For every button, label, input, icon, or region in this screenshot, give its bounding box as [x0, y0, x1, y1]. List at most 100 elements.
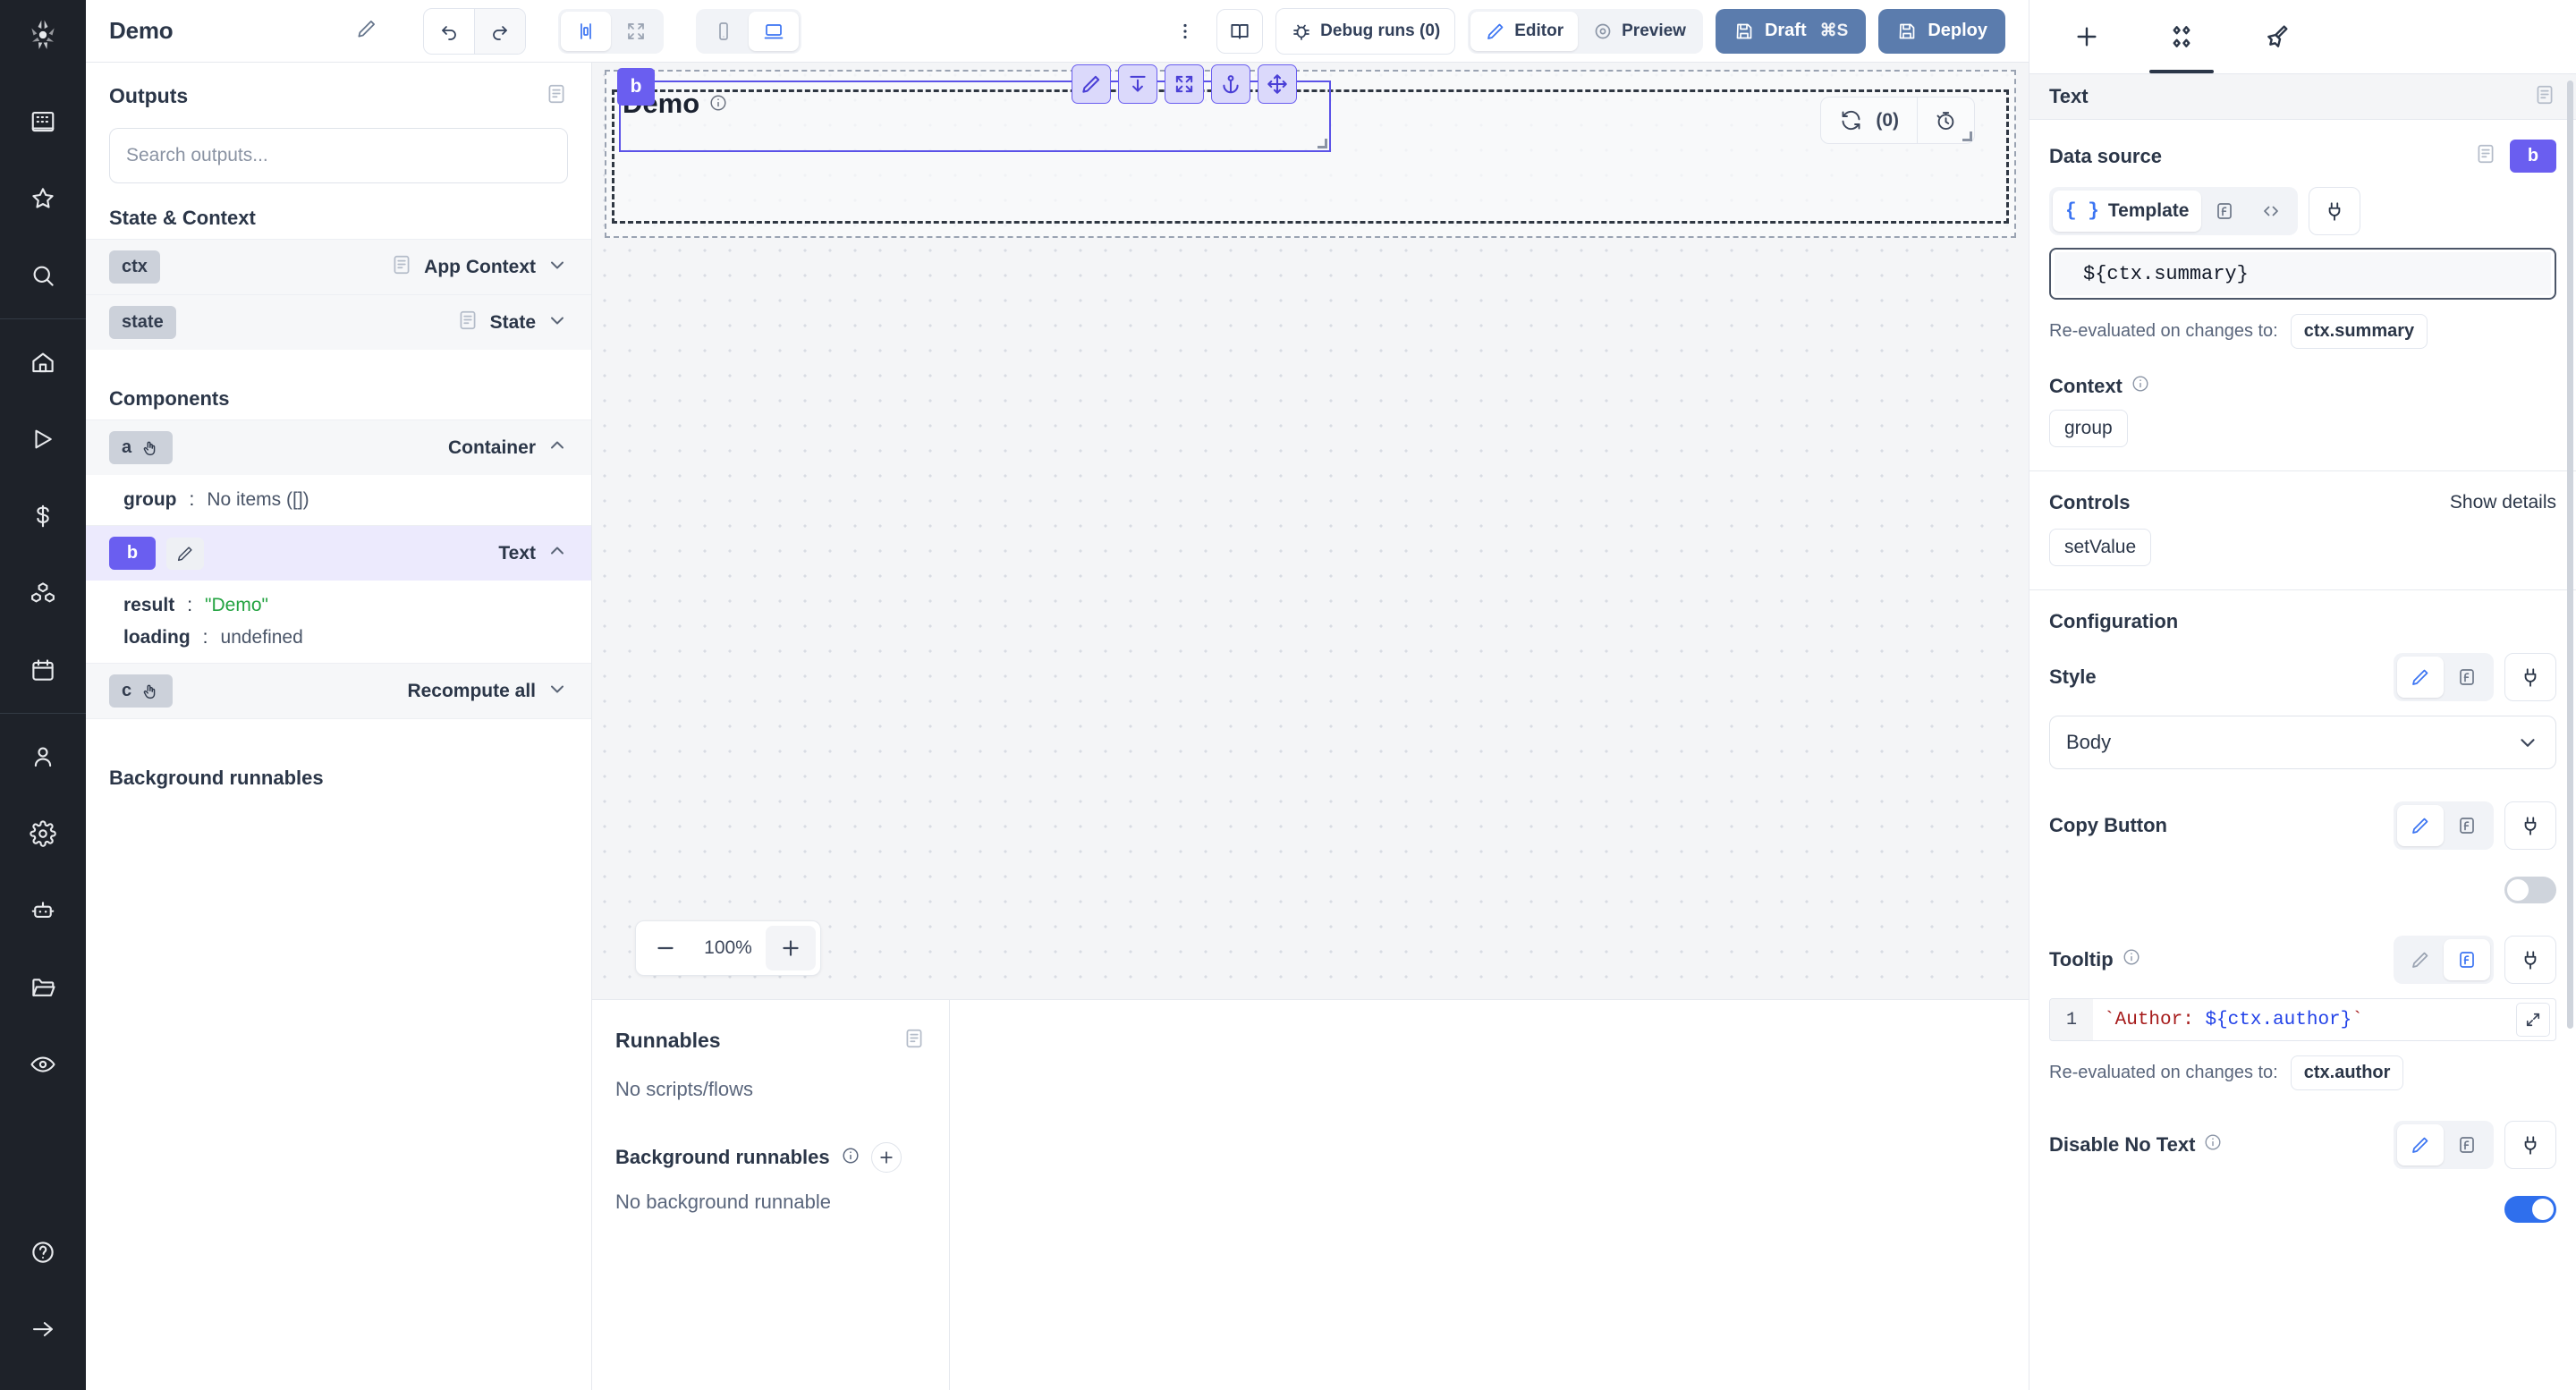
component-row-a[interactable]: a Container [86, 420, 591, 475]
gear-icon[interactable] [20, 810, 66, 857]
runs-play-icon[interactable] [20, 416, 66, 462]
reeval-value[interactable]: ctx.author [2291, 1055, 2404, 1090]
tab-styling[interactable] [2232, 0, 2321, 73]
document-icon[interactable] [2474, 142, 2497, 170]
deploy-button[interactable]: Deploy [1878, 9, 2005, 54]
component-row-c[interactable]: c Recompute all [86, 663, 591, 718]
docs-book-button[interactable] [1216, 9, 1263, 54]
star-icon[interactable] [20, 175, 66, 222]
style-mode-function-button[interactable] [2444, 657, 2490, 698]
move-icon[interactable] [1258, 64, 1297, 104]
settings-scrollbar[interactable] [2567, 81, 2573, 1029]
folder-icon[interactable] [20, 964, 66, 1011]
pencil-icon[interactable] [355, 17, 378, 45]
info-icon[interactable] [2122, 947, 2141, 972]
plug-icon[interactable] [2504, 801, 2556, 850]
output-row-state[interactable]: state State [86, 294, 591, 350]
tooltip-mode-pencil-button[interactable] [2397, 939, 2444, 980]
schedules-calendar-icon[interactable] [20, 647, 66, 693]
plug-icon[interactable] [2504, 653, 2556, 701]
document-icon[interactable] [902, 1027, 926, 1055]
style-select[interactable]: Body [2049, 716, 2556, 769]
history-button[interactable] [1917, 97, 1974, 143]
context-value-pill[interactable]: group [2049, 410, 2128, 447]
document-icon[interactable] [456, 309, 479, 336]
copy-button-toggle[interactable] [2504, 877, 2556, 903]
component-row-b[interactable]: b Text [86, 525, 591, 581]
disable-no-text-mode-function-button[interactable] [2444, 1124, 2490, 1165]
reeval-value[interactable]: ctx.summary [2291, 314, 2428, 349]
plug-icon[interactable] [2309, 187, 2360, 235]
container-outline[interactable]: b Demo [605, 70, 2016, 238]
zoom-in-button[interactable] [766, 926, 816, 970]
show-details-link[interactable]: Show details [2450, 492, 2556, 513]
help-circle-icon[interactable] [20, 1229, 66, 1276]
robot-icon[interactable] [20, 887, 66, 934]
draft-button[interactable]: Draft ⌘S [1716, 9, 1866, 54]
plug-icon[interactable] [2504, 936, 2556, 984]
copy-button-mode-function-button[interactable] [2444, 805, 2490, 846]
dollar-icon[interactable] [20, 493, 66, 539]
tab-components[interactable] [2137, 0, 2226, 73]
resources-icon[interactable] [20, 570, 66, 616]
expand-icon[interactable] [1165, 64, 1204, 104]
document-icon[interactable] [545, 82, 568, 110]
debug-runs-button[interactable]: Debug runs (0) [1275, 8, 1455, 55]
output-row-ctx[interactable]: ctx App Context [86, 239, 591, 294]
chevron-down-icon[interactable] [547, 309, 568, 335]
chevron-up-icon[interactable] [547, 435, 568, 461]
mobile-view-button[interactable] [699, 12, 749, 51]
template-input[interactable]: ${ctx.summary} [2049, 248, 2556, 300]
info-icon[interactable] [2203, 1132, 2223, 1157]
chevron-down-icon[interactable] [547, 678, 568, 704]
expand-editor-button[interactable] [2516, 1003, 2550, 1037]
disable-no-text-mode-pencil-button[interactable] [2397, 1124, 2444, 1165]
component-badge-b[interactable]: b [617, 68, 655, 106]
resize-handle[interactable] [1962, 131, 1972, 141]
zoom-out-button[interactable] [640, 926, 691, 970]
anchor-icon[interactable] [1211, 64, 1250, 104]
document-icon[interactable] [390, 253, 413, 281]
resize-handle[interactable] [1318, 139, 1327, 148]
add-background-runnable-button[interactable] [871, 1142, 902, 1173]
chevron-down-icon[interactable] [547, 254, 568, 280]
editor-tab[interactable]: Editor [1470, 12, 1578, 51]
plug-icon[interactable] [2504, 1121, 2556, 1169]
debug-runs-inner[interactable]: Debug runs (0) [1276, 9, 1454, 54]
chevron-up-icon[interactable] [547, 540, 568, 566]
more-options-button[interactable] [1166, 10, 1204, 53]
copy-button-mode-pencil-button[interactable] [2397, 805, 2444, 846]
document-icon[interactable] [2533, 83, 2556, 111]
control-setvalue-pill[interactable]: setValue [2049, 529, 2151, 566]
arrow-right-icon[interactable] [20, 1306, 66, 1352]
user-icon[interactable] [20, 733, 66, 780]
pencil-icon[interactable] [1072, 64, 1111, 104]
windmill-logo[interactable] [0, 0, 86, 70]
pencil-icon[interactable] [166, 538, 204, 570]
desktop-view-button[interactable] [749, 12, 799, 51]
mode-function-button[interactable] [2201, 191, 2248, 232]
info-icon[interactable] [841, 1146, 860, 1170]
app-canvas[interactable]: b Demo [592, 63, 2029, 1000]
mode-code-button[interactable] [2248, 191, 2294, 232]
refresh-button[interactable]: (0) [1821, 97, 1917, 143]
info-icon[interactable] [708, 88, 728, 120]
search-icon[interactable] [20, 252, 66, 299]
tooltip-code-editor[interactable]: 1 `Author: ${ctx.author}` [2049, 998, 2556, 1041]
undo-button[interactable] [424, 9, 474, 54]
expand-button[interactable] [611, 12, 661, 51]
settings-scroll-area[interactable]: Data source b { } Template [2029, 120, 2576, 1390]
align-center-button[interactable] [561, 12, 611, 51]
apps-icon[interactable] [20, 98, 66, 145]
align-bottom-icon[interactable] [1118, 64, 1157, 104]
home-icon[interactable] [20, 339, 66, 386]
info-icon[interactable] [2131, 374, 2150, 399]
mode-template-button[interactable]: { } Template [2053, 191, 2201, 232]
disable-no-text-toggle[interactable] [2504, 1196, 2556, 1223]
search-input[interactable] [109, 128, 568, 183]
eye-icon[interactable] [20, 1041, 66, 1088]
preview-tab[interactable]: Preview [1578, 12, 1700, 51]
tooltip-mode-function-button[interactable] [2444, 939, 2490, 980]
style-mode-pencil-button[interactable] [2397, 657, 2444, 698]
tab-add[interactable] [2042, 0, 2131, 73]
